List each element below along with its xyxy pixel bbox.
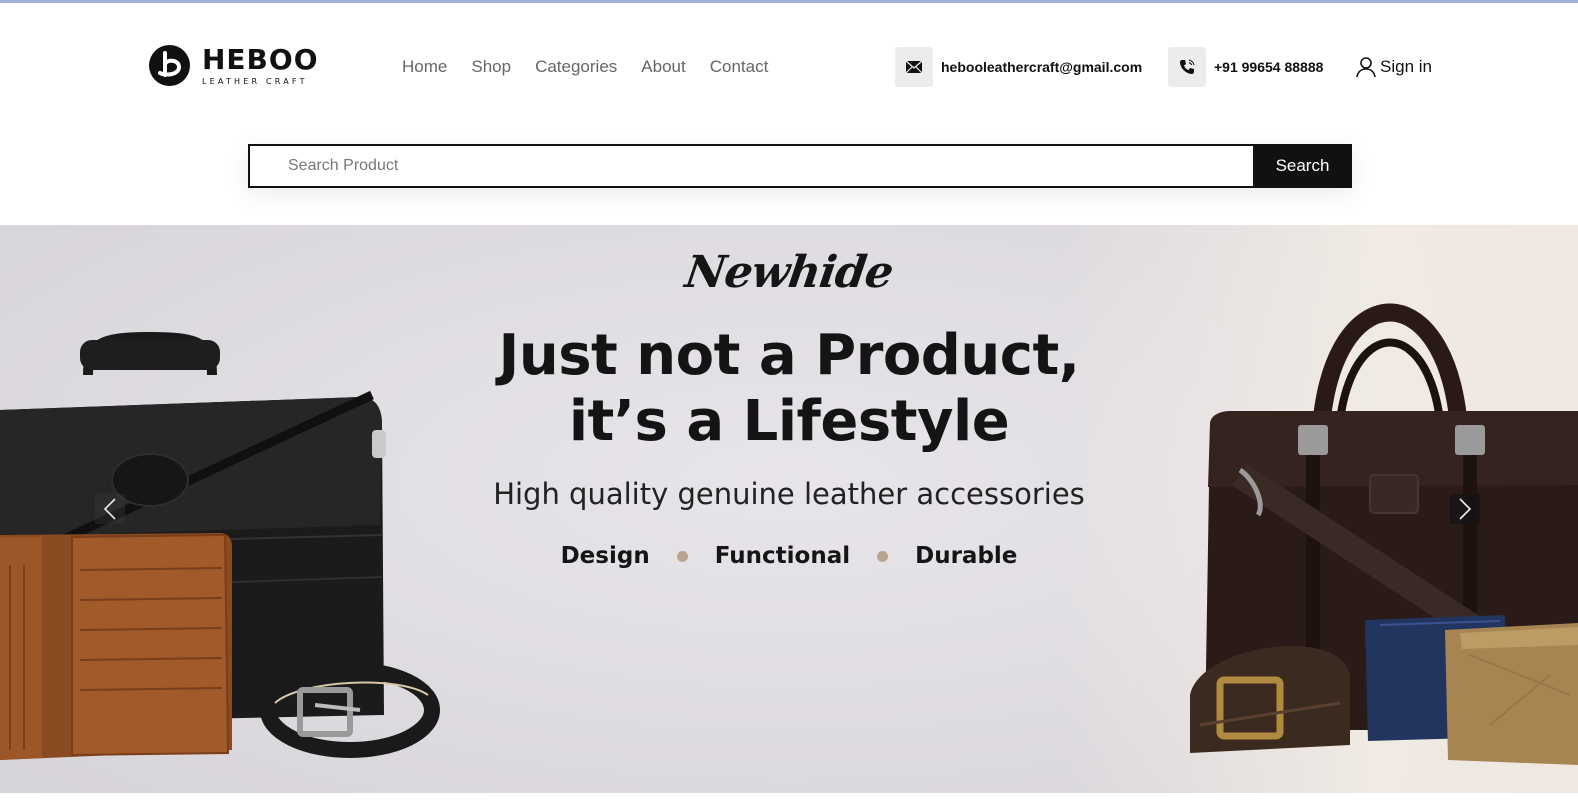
nav-categories[interactable]: Categories [535, 57, 617, 77]
nav-shop[interactable]: Shop [471, 57, 511, 77]
phone-icon-box [1168, 47, 1206, 87]
search-input[interactable] [248, 144, 1253, 188]
feature-separator-dot [877, 550, 889, 562]
hero-headline-line2: it’s a Lifestyle [568, 389, 1010, 454]
logo-text: HEBOO LEATHER CRAFT [202, 42, 319, 86]
signin-label: Sign in [1380, 57, 1432, 76]
hero-banner[interactable]: Newhide Just not a Product, it’s a Lifes… [0, 225, 1578, 793]
hero-brand-script: Newhide [682, 247, 896, 298]
page-bottom-strip [0, 793, 1578, 811]
main-nav: Home Shop Categories About Contact [402, 57, 792, 77]
logo-mark-icon [149, 45, 190, 86]
envelope-icon [905, 60, 923, 74]
site-header: HEBOO LEATHER CRAFT Home Shop Categories… [0, 3, 1578, 225]
brand-tagline: LEATHER CRAFT [202, 76, 308, 86]
search-bar: Search [248, 144, 1352, 188]
search-button[interactable]: Search [1253, 144, 1352, 188]
feature-durable: Durable [915, 543, 1018, 569]
feature-functional: Functional [714, 543, 851, 569]
nav-about[interactable]: About [641, 57, 685, 77]
contact-phone[interactable]: +91 99654 88888 [1168, 47, 1323, 87]
carousel-next-button[interactable] [1450, 494, 1480, 524]
hero-features: Design Functional Durable [0, 543, 1578, 569]
user-icon [1356, 57, 1376, 78]
phone-icon [1180, 59, 1195, 74]
contact-email[interactable]: hebooleathercraft@gmail.com [895, 47, 1142, 87]
contact-phone-text: +91 99654 88888 [1214, 59, 1324, 75]
email-icon-box [895, 47, 933, 87]
brand-name: HEBOO [202, 42, 319, 76]
brand-logo[interactable]: HEBOO LEATHER CRAFT [149, 45, 319, 86]
contact-email-text: hebooleathercraft@gmail.com [941, 59, 1143, 75]
chevron-right-icon [1459, 498, 1472, 520]
nav-home[interactable]: Home [402, 57, 447, 77]
hero-headline: Just not a Product, it’s a Lifestyle [0, 323, 1578, 455]
chevron-left-icon [103, 498, 116, 520]
signin-link[interactable]: Sign in [1355, 56, 1432, 78]
hero-subline: High quality genuine leather accessories [493, 477, 1085, 511]
feature-separator-dot [676, 550, 688, 562]
nav-contact[interactable]: Contact [710, 57, 769, 77]
carousel-prev-button[interactable] [95, 494, 125, 524]
feature-design: Design [560, 543, 650, 569]
hero-headline-line1: Just not a Product, [498, 323, 1080, 388]
